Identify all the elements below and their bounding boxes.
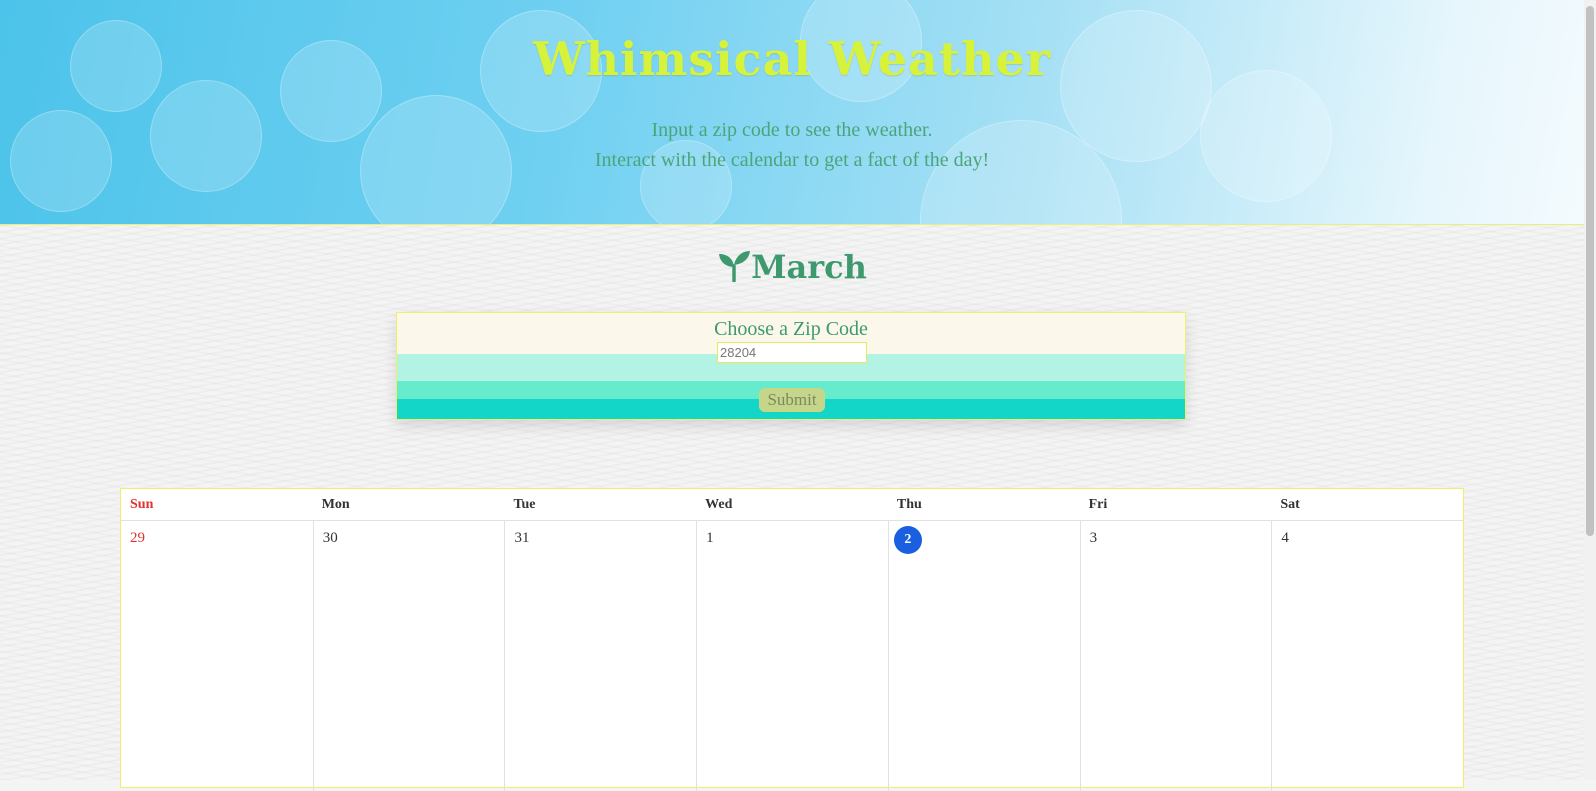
month-heading: March — [0, 248, 1584, 286]
day-header-sat: Sat — [1280, 497, 1300, 512]
sprout-icon — [719, 251, 751, 282]
calendar-day-cell[interactable]: 30 — [312, 521, 505, 791]
submit-button[interactable]: Submit — [759, 388, 825, 412]
day-number: 1 — [706, 530, 714, 546]
calendar-day-cell[interactable]: 29 — [121, 521, 313, 791]
subtitle-line-2: Interact with the calendar to get a fact… — [594, 149, 990, 171]
site-title: Whimsical Weather — [532, 32, 1052, 86]
calendar-day-cell[interactable]: 31 — [504, 521, 696, 791]
day-header-tue: Tue — [513, 497, 536, 512]
day-header-wed: Wed — [705, 497, 733, 512]
day-header-mon: Mon — [321, 497, 350, 512]
vertical-scrollbar[interactable] — [1584, 0, 1596, 780]
day-header-fri: Fri — [1088, 497, 1108, 512]
calendar-day-cell[interactable]: 4 — [1271, 521, 1463, 791]
calendar-day-cell[interactable]: 3 — [1079, 521, 1272, 791]
day-number: 3 — [1089, 530, 1098, 546]
day-header-thu: Thu — [896, 497, 922, 512]
zip-form: Choose a Zip Code Submit — [396, 312, 1186, 420]
day-number: 31 — [514, 530, 530, 546]
day-number: 4 — [1281, 530, 1289, 546]
calendar-header: Sun Mon Tue Wed Thu Fri Sat — [121, 489, 1463, 521]
scrollbar-thumb[interactable] — [1586, 6, 1594, 536]
zip-input[interactable] — [717, 342, 867, 363]
zip-label: Choose a Zip Code — [714, 318, 868, 340]
month-name: March — [751, 248, 867, 286]
day-header-sun: Sun — [130, 497, 154, 512]
calendar-day-cell[interactable]: 1 — [696, 521, 888, 791]
hero-banner: Whimsical Weather Input a zip code to se… — [0, 0, 1584, 225]
subtitle-line-1: Input a zip code to see the weather. — [651, 119, 933, 141]
calendar-day-cell-today[interactable]: 2 — [887, 521, 1080, 791]
today-marker: 2 — [893, 526, 922, 554]
day-number: 30 — [322, 530, 338, 546]
day-number: 29 — [130, 530, 145, 546]
calendar: Sun Mon Tue Wed Thu Fri Sat 29 30 31 1 2… — [120, 488, 1464, 791]
calendar-week: 29 30 31 1 2 3 4 — [121, 521, 1463, 791]
